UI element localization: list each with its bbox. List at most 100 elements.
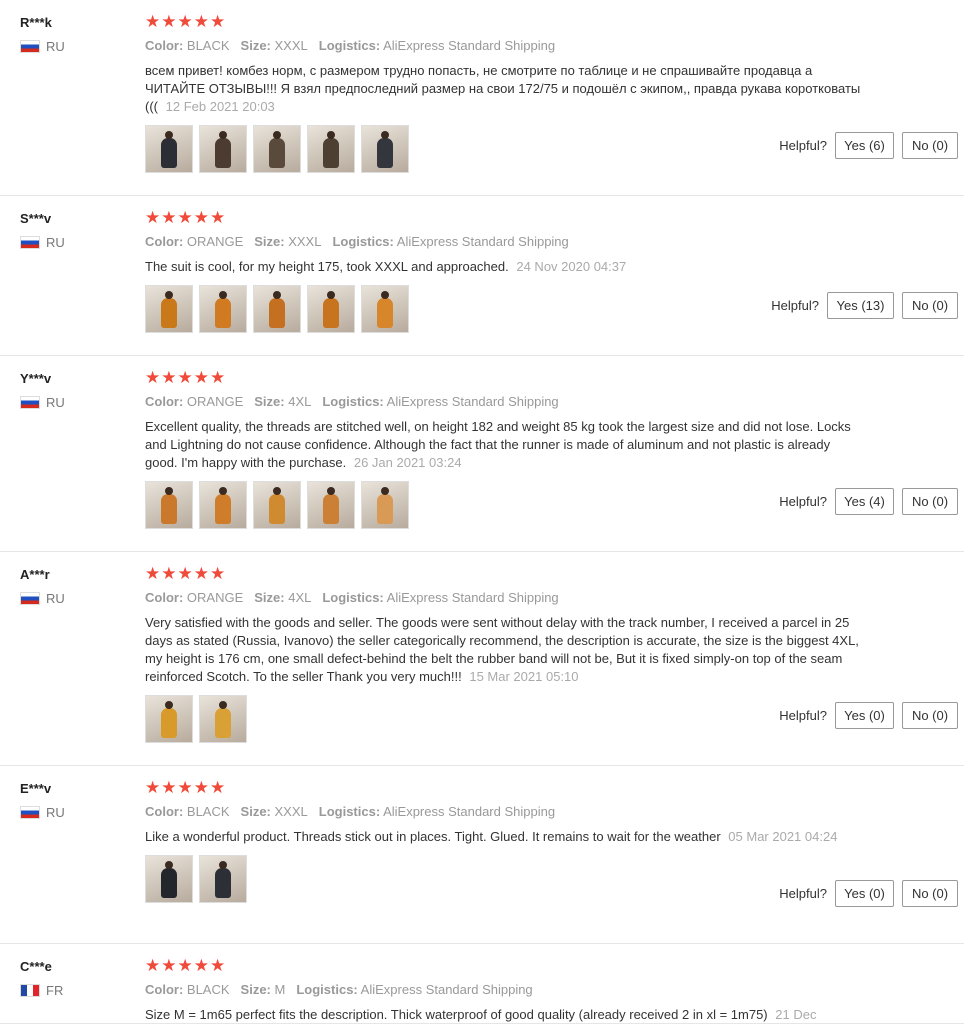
helpful-no-button[interactable]: No (0) [902, 702, 958, 729]
review-photo-thumbnail[interactable] [361, 125, 409, 173]
photo-figure [215, 868, 231, 898]
helpful-yes-button[interactable]: Yes (4) [835, 488, 894, 515]
photo-figure-head [219, 131, 227, 139]
review-photo-thumbnail[interactable] [199, 855, 247, 903]
russia-flag-icon [20, 396, 40, 409]
russia-flag-icon [20, 40, 40, 53]
color-value: ORANGE [186, 394, 244, 409]
photo-figure [377, 298, 393, 328]
logistics-value: AliExpress Standard Shipping [386, 590, 559, 605]
logistics-label: Logistics: [318, 804, 381, 819]
photo-figure-head [165, 861, 173, 869]
review-photo-thumbnail[interactable] [307, 285, 355, 333]
photo-figure [161, 868, 177, 898]
helpful-label: Helpful? [771, 298, 819, 313]
helpful-no-button[interactable]: No (0) [902, 292, 958, 319]
review-photo-thumbnail[interactable] [199, 125, 247, 173]
size-value: XXXL [274, 38, 308, 53]
review-text: всем привет! комбез норм, с размером тру… [145, 62, 865, 116]
reviewer-info: C***e FR [20, 958, 130, 998]
helpful-yes-button[interactable]: Yes (13) [827, 292, 894, 319]
review-photo-thumbnail[interactable] [199, 695, 247, 743]
color-value: BLACK [186, 38, 230, 53]
review-photo-thumbnail[interactable] [307, 481, 355, 529]
size-label: Size: [254, 590, 285, 605]
review-content: Like a wonderful product. Threads stick … [145, 829, 721, 844]
photo-figure-head [273, 131, 281, 139]
photo-figure-head [327, 291, 335, 299]
country-code: FR [46, 983, 64, 998]
review-photo-thumbnail[interactable] [199, 285, 247, 333]
color-label: Color: [145, 394, 184, 409]
review-photo-thumbnail[interactable] [361, 481, 409, 529]
review-photo-thumbnail[interactable] [145, 855, 193, 903]
reviewer-name: E***v [20, 781, 52, 796]
country-code: RU [46, 395, 65, 410]
sku-info: Color: ORANGE Size: 4XL Logistics: AliExpr… [145, 393, 865, 411]
helpful-vote: Helpful? Yes (6) No (0) [779, 132, 958, 159]
review-photo-thumbnail[interactable] [199, 481, 247, 529]
review-photo-thumbnail[interactable] [253, 481, 301, 529]
helpful-yes-button[interactable]: Yes (0) [835, 880, 894, 907]
helpful-no-button[interactable]: No (0) [902, 880, 958, 907]
review-date: 12 Feb 2021 20:03 [165, 99, 275, 114]
star-rating: ★★★★★ [145, 208, 227, 227]
photo-figure [323, 494, 339, 524]
review-photos [145, 125, 865, 173]
color-label: Color: [145, 38, 184, 53]
review-date: 15 Mar 2021 05:10 [469, 669, 579, 684]
star-rating: ★★★★★ [145, 956, 227, 975]
review-item: S***v RU ★★★★★ Color: ORANGE Size: XXXL Logis… [0, 196, 964, 356]
review-photo-thumbnail[interactable] [145, 285, 193, 333]
review-photo-thumbnail[interactable] [307, 125, 355, 173]
france-flag-icon [20, 984, 40, 997]
reviewer-country: FR [20, 983, 130, 998]
helpful-no-button[interactable]: No (0) [902, 132, 958, 159]
sku-info: Color: ORANGE Size: XXXL Logistics: AliExp… [145, 233, 865, 251]
country-code: RU [46, 591, 65, 606]
photo-figure [161, 494, 177, 524]
helpful-label: Helpful? [779, 494, 827, 509]
photo-figure [215, 708, 231, 738]
size-label: Size: [240, 982, 271, 997]
reviewer-name: A***r [20, 567, 50, 582]
reviewer-info: Y***v RU [20, 370, 130, 410]
reviewer-info: R***k RU [20, 14, 130, 54]
reviewer-name: S***v [20, 211, 52, 226]
photo-figure [161, 298, 177, 328]
logistics-value: AliExpress Standard Shipping [396, 234, 569, 249]
logistics-value: AliExpress Standard Shipping [383, 804, 556, 819]
review-photo-thumbnail[interactable] [145, 125, 193, 173]
review-date: 05 Mar 2021 04:24 [728, 829, 838, 844]
color-label: Color: [145, 590, 184, 605]
photo-figure-head [273, 291, 281, 299]
sku-info: Color: BLACK Size: XXXL Logistics: AliExpr… [145, 803, 865, 821]
color-value: ORANGE [186, 234, 244, 249]
review-photos [145, 695, 865, 743]
helpful-yes-button[interactable]: Yes (0) [835, 702, 894, 729]
review-photo-thumbnail[interactable] [253, 285, 301, 333]
helpful-yes-button[interactable]: Yes (6) [835, 132, 894, 159]
helpful-vote: Helpful? Yes (0) No (0) [779, 880, 958, 907]
review-photo-thumbnail[interactable] [253, 125, 301, 173]
review-text: The suit is cool, for my height 175, too… [145, 258, 865, 276]
color-value: BLACK [186, 804, 230, 819]
review-body: ★★★★★ Color: ORANGE Size: 4XL Logistics: Al… [145, 368, 865, 529]
review-photo-thumbnail[interactable] [361, 285, 409, 333]
sku-info: Color: BLACK Size: XXXL Logistics: AliExpr… [145, 37, 865, 55]
review-photos [145, 481, 865, 529]
russia-flag-icon [20, 236, 40, 249]
photo-figure [215, 298, 231, 328]
reviewer-country: RU [20, 235, 130, 250]
sku-info: Color: BLACK Size: M Logistics: AliExpress… [145, 981, 865, 999]
review-content: Size M = 1m65 perfect fits the descripti… [145, 1007, 768, 1022]
size-value: 4XL [288, 590, 312, 605]
logistics-value: AliExpress Standard Shipping [386, 394, 559, 409]
size-value: 4XL [288, 394, 312, 409]
review-photo-thumbnail[interactable] [145, 481, 193, 529]
photo-figure [377, 138, 393, 168]
helpful-label: Helpful? [779, 708, 827, 723]
helpful-no-button[interactable]: No (0) [902, 488, 958, 515]
photo-figure-head [381, 131, 389, 139]
review-photo-thumbnail[interactable] [145, 695, 193, 743]
